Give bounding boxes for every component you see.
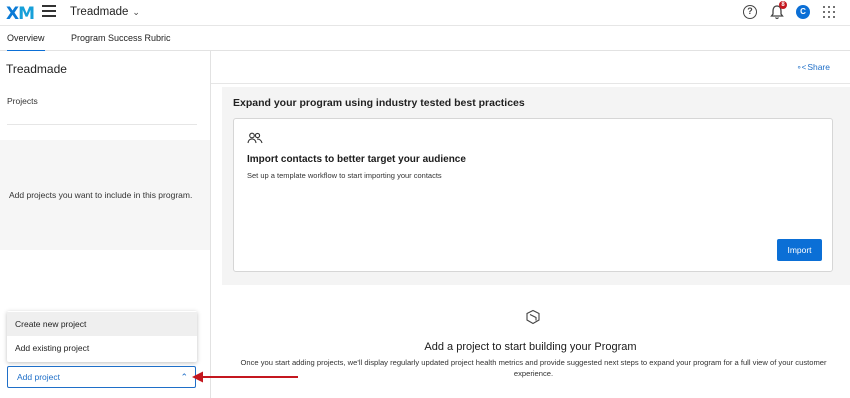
best-practices-title: Expand your program using industry teste… — [233, 97, 525, 109]
add-project-label: Add project — [17, 372, 60, 382]
share-button[interactable]: ∘<Share — [797, 62, 830, 72]
xm-logo[interactable]: XM — [6, 4, 35, 24]
add-project-button[interactable]: Add project ⌃ — [7, 366, 196, 388]
projects-empty-text: Add projects you want to include in this… — [9, 190, 193, 200]
card-subtitle: Set up a template workflow to start impo… — [247, 171, 442, 180]
program-title: Treadmade — [6, 62, 67, 76]
program-sidebar: Treadmade Projects Add projects you want… — [0, 51, 211, 398]
user-avatar[interactable]: C — [796, 5, 810, 19]
project-switcher[interactable]: Treadmade ⌄ — [70, 6, 140, 18]
chevron-up-icon: ⌃ — [180, 372, 188, 382]
menu-item-add-existing-project[interactable]: Add existing project — [7, 336, 197, 360]
divider — [7, 124, 197, 125]
main-content: ∘<Share Expand your program using indust… — [211, 51, 850, 398]
people-icon — [247, 132, 263, 144]
project-name: Treadmade — [70, 6, 129, 18]
hamburger-menu-icon[interactable] — [42, 5, 56, 19]
menu-item-create-new-project[interactable]: Create new project — [7, 312, 197, 336]
empty-state-description: Once you start adding projects, we'll di… — [240, 358, 827, 378]
add-project-menu: Create new project Add existing project — [7, 311, 197, 362]
best-practices-panel: Expand your program using industry teste… — [222, 87, 850, 285]
tab-bar: Overview Program Success Rubric — [0, 26, 850, 52]
divider — [211, 83, 850, 84]
projects-empty-state: Add projects you want to include in this… — [0, 140, 210, 250]
card-title: Import contacts to better target your au… — [247, 154, 466, 165]
import-button[interactable]: Import — [777, 239, 822, 261]
tab-program-success-rubric[interactable]: Program Success Rubric — [71, 33, 171, 43]
empty-state-title: Add a project to start building your Pro… — [424, 341, 637, 353]
logo-x: X — [6, 4, 19, 24]
projects-heading: Projects — [7, 96, 38, 106]
notification-badge: 8 — [779, 1, 787, 9]
annotation-arrow — [192, 371, 298, 383]
top-navigation-bar: XM Treadmade ⌄ ? 8 C — [0, 0, 850, 26]
help-icon[interactable]: ? — [743, 5, 757, 19]
share-icon: ∘< — [796, 63, 807, 72]
import-contacts-card: Import contacts to better target your au… — [233, 118, 833, 272]
logo-m: M — [18, 4, 35, 24]
share-label: Share — [807, 62, 830, 72]
app-grid-icon[interactable] — [823, 6, 835, 18]
tab-overview[interactable]: Overview — [7, 33, 45, 52]
project-cube-icon — [526, 309, 540, 325]
chevron-down-icon: ⌄ — [132, 7, 140, 17]
